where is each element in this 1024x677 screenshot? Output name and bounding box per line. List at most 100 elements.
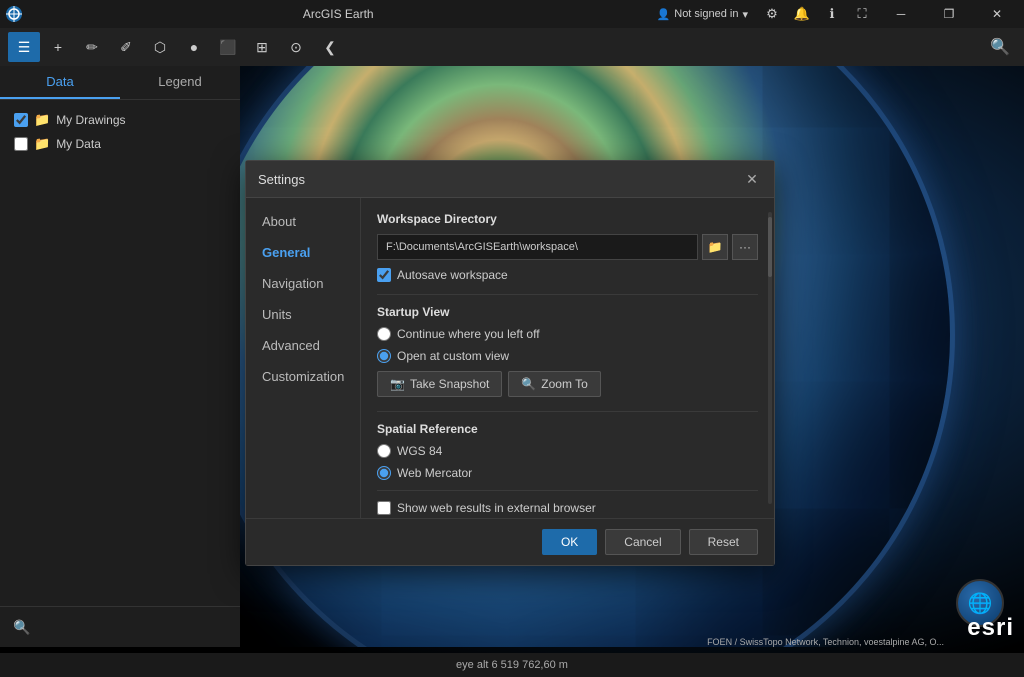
workspace-directory-label: Workspace Directory bbox=[377, 212, 758, 226]
wgs84-label: WGS 84 bbox=[397, 444, 442, 458]
titlebar: ArcGIS Earth 👤 Not signed in ▾ ⚙ 🔔 ℹ ⛶ ─… bbox=[0, 0, 1024, 28]
my-data-checkbox[interactable] bbox=[14, 137, 28, 151]
chevron-down-icon: ▾ bbox=[742, 8, 748, 21]
settings-nav-about[interactable]: About bbox=[246, 206, 360, 237]
settings-nav-navigation[interactable]: Navigation bbox=[246, 268, 360, 299]
show-web-checkbox[interactable] bbox=[377, 501, 391, 515]
cancel-button[interactable]: Cancel bbox=[605, 529, 680, 555]
spatial-reference-field: Spatial Reference WGS 84 Web Mercator bbox=[377, 422, 758, 480]
open-custom-radio-row: Open at custom view bbox=[377, 349, 758, 363]
sidebar-content: 📁 My Drawings 📁 My Data bbox=[0, 100, 240, 606]
sidebar-search-area: 🔍 bbox=[0, 606, 240, 647]
startup-action-buttons: 📷 Take Snapshot 🔍 Zoom To bbox=[377, 371, 758, 397]
status-bar: eye alt 6 519 762,60 m bbox=[0, 653, 1024, 677]
open-custom-label: Open at custom view bbox=[397, 349, 509, 363]
list-item[interactable]: 📁 My Drawings bbox=[8, 108, 232, 132]
close-button[interactable]: ✕ bbox=[974, 0, 1020, 28]
settings-nav: About General Navigation Units Advanced … bbox=[246, 198, 361, 518]
restore-button[interactable]: ❐ bbox=[926, 0, 972, 28]
settings-dialog: Settings ✕ About General Navigation Unit… bbox=[245, 160, 775, 566]
user-icon: 👤 bbox=[657, 8, 671, 21]
ok-button[interactable]: OK bbox=[542, 529, 597, 555]
settings-nav-advanced[interactable]: Advanced bbox=[246, 330, 360, 361]
folder-icon: 📁 bbox=[34, 136, 50, 152]
dialog-close-button[interactable]: ✕ bbox=[742, 169, 762, 189]
startup-view-label: Startup View bbox=[377, 305, 758, 319]
zoom-to-button[interactable]: 🔍 Zoom To bbox=[508, 371, 600, 397]
fullscreen-icon-btn[interactable]: ⛶ bbox=[848, 0, 876, 28]
search-icon-button[interactable]: 🔍 bbox=[8, 613, 36, 641]
take-snapshot-button[interactable]: 📷 Take Snapshot bbox=[377, 371, 502, 397]
map-attribution: FOEN / SwissTopo Network, Technion, voes… bbox=[707, 637, 944, 647]
take-snapshot-label: Take Snapshot bbox=[410, 377, 489, 391]
tab-legend[interactable]: Legend bbox=[120, 66, 240, 99]
toolbar-bookmark-btn[interactable]: ⬛ bbox=[212, 32, 244, 62]
status-text: eye alt 6 519 762,60 m bbox=[456, 659, 568, 671]
my-drawings-checkbox[interactable] bbox=[14, 113, 28, 127]
section-divider-3 bbox=[377, 490, 758, 491]
toolbar-menu-btn[interactable]: ☰ bbox=[8, 32, 40, 62]
settings-nav-general[interactable]: General bbox=[246, 237, 360, 268]
toolbar-basemap-btn[interactable]: ⊞ bbox=[246, 32, 278, 62]
autosave-label: Autosave workspace bbox=[397, 268, 508, 282]
camera-icon: 📷 bbox=[390, 377, 405, 391]
startup-view-field: Startup View Continue where you left off… bbox=[377, 305, 758, 397]
wgs84-radio[interactable] bbox=[377, 444, 391, 458]
continue-label: Continue where you left off bbox=[397, 327, 540, 341]
autosave-checkbox[interactable] bbox=[377, 268, 391, 282]
continue-radio-row: Continue where you left off bbox=[377, 327, 758, 341]
info-icon-btn[interactable]: ℹ bbox=[818, 0, 846, 28]
toolbar-polygon-btn[interactable]: ⬡ bbox=[144, 32, 176, 62]
section-divider bbox=[377, 294, 758, 295]
esri-logo: esri bbox=[967, 614, 1014, 642]
tab-data[interactable]: Data bbox=[0, 66, 120, 99]
toolbar-edit-btn[interactable]: ✏ bbox=[76, 32, 108, 62]
workspace-path-row: 📁 ··· bbox=[377, 234, 758, 260]
browse-folder-button[interactable]: 📁 bbox=[702, 234, 728, 260]
section-divider-2 bbox=[377, 411, 758, 412]
titlebar-controls: 👤 Not signed in ▾ ⚙ 🔔 ℹ ⛶ ─ ❐ ✕ bbox=[649, 0, 1024, 28]
toolbar-collapse-btn[interactable]: ❮ bbox=[314, 32, 346, 62]
toolbar-point-btn[interactable]: ● bbox=[178, 32, 210, 62]
my-data-label: My Data bbox=[56, 137, 101, 151]
spatial-reference-label: Spatial Reference bbox=[377, 422, 758, 436]
folder-icon: 📁 bbox=[34, 112, 50, 128]
toolbar-search-btn[interactable]: 🔍 bbox=[984, 32, 1016, 62]
show-web-row: Show web results in external browser bbox=[377, 501, 758, 515]
toolbar-globe-btn[interactable]: ⊙ bbox=[280, 32, 312, 62]
autosave-row: Autosave workspace bbox=[377, 268, 758, 282]
scroll-thumb bbox=[768, 217, 772, 277]
zoom-icon: 🔍 bbox=[521, 377, 536, 391]
settings-footer: OK Cancel Reset bbox=[246, 518, 774, 565]
more-options-button[interactable]: ··· bbox=[732, 234, 758, 260]
zoom-to-label: Zoom To bbox=[541, 377, 587, 391]
user-label: Not signed in bbox=[674, 8, 738, 20]
my-drawings-label: My Drawings bbox=[56, 113, 125, 127]
minimize-button[interactable]: ─ bbox=[878, 0, 924, 28]
settings-icon-btn[interactable]: ⚙ bbox=[758, 0, 786, 28]
open-custom-radio[interactable] bbox=[377, 349, 391, 363]
web-mercator-radio-row: Web Mercator bbox=[377, 466, 758, 480]
reset-button[interactable]: Reset bbox=[689, 529, 758, 555]
dialog-titlebar: Settings ✕ bbox=[246, 161, 774, 198]
wgs84-radio-row: WGS 84 bbox=[377, 444, 758, 458]
continue-radio[interactable] bbox=[377, 327, 391, 341]
web-mercator-radio[interactable] bbox=[377, 466, 391, 480]
settings-body: About General Navigation Units Advanced … bbox=[246, 198, 774, 518]
settings-content-panel: Workspace Directory 📁 ··· Autosave works… bbox=[361, 198, 774, 518]
notification-icon-btn[interactable]: 🔔 bbox=[788, 0, 816, 28]
settings-nav-customization[interactable]: Customization bbox=[246, 361, 360, 392]
show-web-label: Show web results in external browser bbox=[397, 501, 596, 515]
sidebar: Data Legend 📁 My Drawings 📁 My Data 🔍 bbox=[0, 66, 240, 647]
scroll-indicator bbox=[768, 212, 772, 504]
app-icon bbox=[0, 0, 28, 28]
user-menu[interactable]: 👤 Not signed in ▾ bbox=[649, 0, 756, 28]
list-item[interactable]: 📁 My Data bbox=[8, 132, 232, 156]
app-title: ArcGIS Earth bbox=[28, 7, 649, 21]
toolbar-sketch-btn[interactable]: ✐ bbox=[110, 32, 142, 62]
toolbar-add-btn[interactable]: + bbox=[42, 32, 74, 62]
workspace-path-input[interactable] bbox=[377, 234, 698, 260]
web-mercator-label: Web Mercator bbox=[397, 466, 472, 480]
dialog-title: Settings bbox=[258, 172, 305, 187]
settings-nav-units[interactable]: Units bbox=[246, 299, 360, 330]
